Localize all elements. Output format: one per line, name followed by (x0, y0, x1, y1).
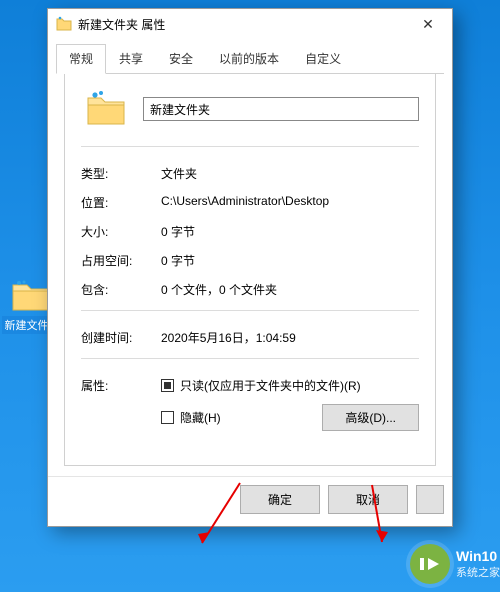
advanced-button[interactable]: 高级(D)... (322, 404, 419, 431)
dialog-title: 新建文件夹 属性 (78, 16, 408, 33)
tab-sharing[interactable]: 共享 (106, 44, 156, 74)
dialog-button-row: 确定 取消 (48, 476, 452, 526)
hidden-label: 隐藏(H) (180, 409, 221, 426)
size-label: 大小: (81, 223, 161, 240)
watermark: Win10 系统之家 (410, 544, 500, 584)
watermark-line1: Win10 (456, 548, 500, 564)
type-label: 类型: (81, 165, 161, 182)
tab-strip: 常规 共享 安全 以前的版本 自定义 (56, 43, 444, 74)
readonly-label: 只读(仅应用于文件夹中的文件)(R) (180, 377, 361, 394)
close-button[interactable]: ✕ (408, 11, 448, 37)
attributes-label: 属性: (81, 377, 161, 441)
ok-button[interactable]: 确定 (240, 485, 320, 514)
titlebar[interactable]: 新建文件夹 属性 ✕ (48, 9, 452, 39)
separator (81, 310, 419, 311)
contains-value: 0 个文件，0 个文件夹 (161, 281, 419, 298)
folder-icon (56, 16, 72, 32)
size-on-disk-label: 占用空间: (81, 252, 161, 269)
created-label: 创建时间: (81, 329, 161, 346)
type-value: 文件夹 (161, 165, 419, 182)
tab-general[interactable]: 常规 (56, 44, 106, 74)
watermark-logo (410, 544, 450, 584)
separator (81, 146, 419, 147)
contains-label: 包含: (81, 281, 161, 298)
watermark-line2: 系统之家 (456, 564, 500, 580)
location-label: 位置: (81, 194, 161, 211)
size-value: 0 字节 (161, 223, 419, 240)
close-icon: ✕ (422, 16, 434, 33)
folder-name-input[interactable] (143, 97, 419, 121)
folder-large-icon (85, 88, 127, 130)
folder-properties-dialog: 新建文件夹 属性 ✕ 常规 共享 安全 以前的版本 自定义 (47, 8, 453, 527)
readonly-checkbox[interactable] (161, 379, 174, 392)
created-value: 2020年5月16日，1:04:59 (161, 329, 419, 346)
apply-button[interactable] (416, 485, 444, 514)
location-value: C:\Users\Administrator\Desktop (161, 194, 419, 211)
tab-panel-general: 类型: 文件夹 位置: C:\Users\Administrator\Deskt… (64, 74, 436, 466)
cancel-button[interactable]: 取消 (328, 485, 408, 514)
tab-previous-versions[interactable]: 以前的版本 (206, 44, 292, 74)
tab-security[interactable]: 安全 (156, 44, 206, 74)
tab-customize[interactable]: 自定义 (292, 44, 354, 74)
separator (81, 358, 419, 359)
hidden-checkbox[interactable] (161, 411, 174, 424)
size-on-disk-value: 0 字节 (161, 252, 419, 269)
